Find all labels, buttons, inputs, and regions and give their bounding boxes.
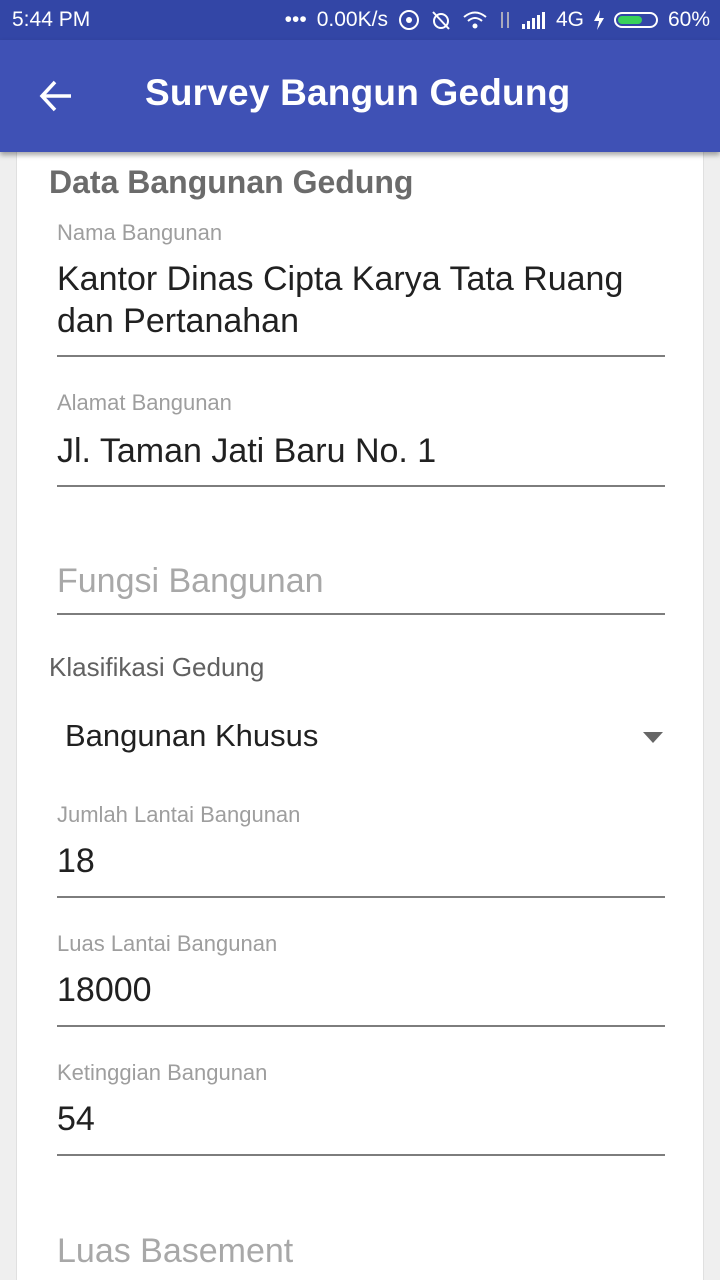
klasifikasi-value: Bangunan Khusus [65,718,319,753]
battery-icon [613,12,658,28]
dropdown-arrow-icon [643,732,663,743]
back-button[interactable] [30,70,82,122]
luas-basement-placeholder[interactable]: Luas Basement [57,1232,665,1271]
luas-lantai-underline [57,1025,665,1027]
status-icons: ••• 0.00K/s 4G 60% [285,8,710,32]
more-dots: ••• [284,8,307,31]
luas-lantai-value[interactable]: 18000 [57,969,665,1011]
form-card: Data Bangunan Gedung Nama Bangunan Kanto… [16,152,704,1280]
jumlah-lantai-underline [57,896,665,898]
jumlah-lantai-field[interactable]: Jumlah Lantai Bangunan 18 [57,802,665,902]
ketinggian-value[interactable]: 54 [57,1098,665,1140]
section-title: Data Bangunan Gedung [49,164,414,200]
status-bar: 5:44 PM ••• 0.00K/s 4G 60% [0,0,720,40]
ketinggian-field[interactable]: Ketinggian Bangunan 54 [57,1060,665,1160]
ketinggian-label: Ketinggian Bangunan [57,1060,268,1085]
nama-bangunan-field[interactable]: Nama Bangunan Kantor Dinas Cipta Karya T… [57,220,665,358]
luas-lantai-field[interactable]: Luas Lantai Bangunan 18000 [57,931,665,1031]
status-time: 5:44 PM [12,8,91,31]
charging-icon [593,10,604,30]
nama-bangunan-value[interactable]: Kantor Dinas Cipta Karya Tata Ruang dan … [57,258,665,342]
nama-bangunan-label: Nama Bangunan [57,220,223,245]
alamat-bangunan-underline [57,485,665,487]
network-type: 4G [555,8,584,31]
data-transfer-icon [498,10,512,30]
fungsi-bangunan-placeholder[interactable]: Fungsi Bangunan [57,562,665,601]
wifi-icon [462,10,488,30]
arrow-left-icon [39,80,71,112]
fungsi-bangunan-underline [57,613,665,615]
alamat-bangunan-value[interactable]: Jl. Taman Jati Baru No. 1 [57,430,665,472]
battery-percent: 60% [667,8,710,31]
klasifikasi-label: Klasifikasi Gedung [49,652,265,682]
alamat-bangunan-field[interactable]: Alamat Bangunan Jl. Taman Jati Baru No. … [57,390,665,490]
signal-icon [521,11,546,29]
jumlah-lantai-value[interactable]: 18 [57,840,665,882]
alamat-bangunan-label: Alamat Bangunan [57,390,232,415]
luas-lantai-label: Luas Lantai Bangunan [57,931,278,956]
ketinggian-underline [57,1154,665,1156]
page-title: Survey Bangun Gedung [145,72,571,113]
luas-basement-field[interactable]: Luas Basement [57,1232,665,1280]
jumlah-lantai-label: Jumlah Lantai Bangunan [57,802,301,827]
app-bar: Survey Bangun Gedung [0,40,720,152]
fungsi-bangunan-field[interactable]: Fungsi Bangunan [57,562,665,618]
nama-bangunan-underline [57,355,665,357]
klasifikasi-dropdown[interactable]: Bangunan Khusus [57,712,665,764]
hotspot-icon [398,9,420,31]
network-speed: 0.00K/s [316,8,388,31]
alarm-off-icon [430,9,452,31]
